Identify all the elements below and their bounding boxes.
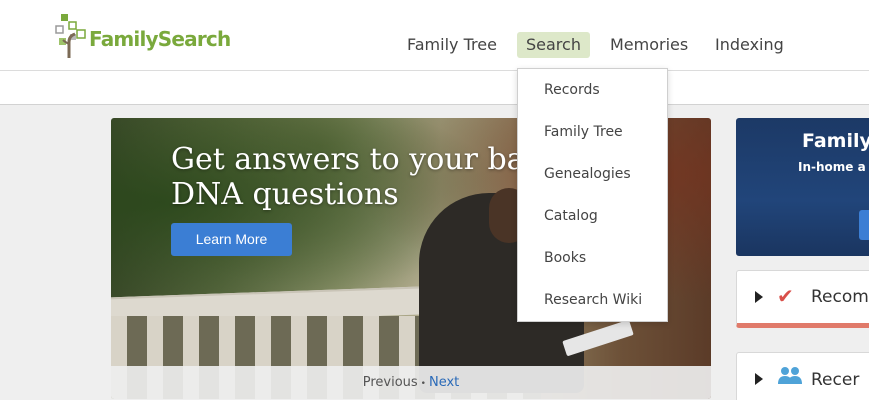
promo-button[interactable] [859,210,869,240]
carousel-pager: Previous • Next [111,366,711,399]
promo-banner[interactable]: Family In-home a [736,118,869,256]
site-header: FamilySearch Family Tree Search Memories… [0,0,869,71]
nav-search[interactable]: Search [517,32,590,58]
card-label: Recer [811,370,860,390]
promo-title: Family [802,130,869,152]
menu-item-research-wiki[interactable]: Research Wiki [544,292,642,308]
people-icon [777,366,803,391]
expand-arrow-icon[interactable] [755,291,763,303]
menu-item-records[interactable]: Records [544,82,600,98]
menu-item-catalog[interactable]: Catalog [544,208,598,224]
learn-more-button[interactable]: Learn More [171,223,292,256]
recent-card[interactable]: Recer [736,352,869,400]
search-dropdown-menu: Records Family Tree Genealogies Catalog … [517,68,668,322]
nav-memories[interactable]: Memories [610,32,688,58]
nav-family-tree[interactable]: Family Tree [407,32,497,58]
familysearch-logo[interactable]: FamilySearch [55,14,231,58]
nav-indexing[interactable]: Indexing [715,32,784,58]
menu-item-books[interactable]: Books [544,250,586,266]
pager-separator: • [420,379,426,389]
card-label: Recom [811,287,869,307]
family-tree-logo-icon [55,14,86,58]
menu-item-genealogies[interactable]: Genealogies [544,166,631,182]
sub-header-bar [0,71,869,105]
pager-next[interactable]: Next [429,375,459,390]
logo-wordmark: FamilySearch [89,27,231,51]
pager-previous[interactable]: Previous [363,375,418,390]
promo-subtitle: In-home a [798,160,866,174]
menu-item-family-tree[interactable]: Family Tree [544,124,623,140]
check-icon: ✔ [777,284,794,308]
expand-arrow-icon[interactable] [755,373,763,385]
recommended-tasks-card[interactable]: ✔ Recom [736,270,869,328]
